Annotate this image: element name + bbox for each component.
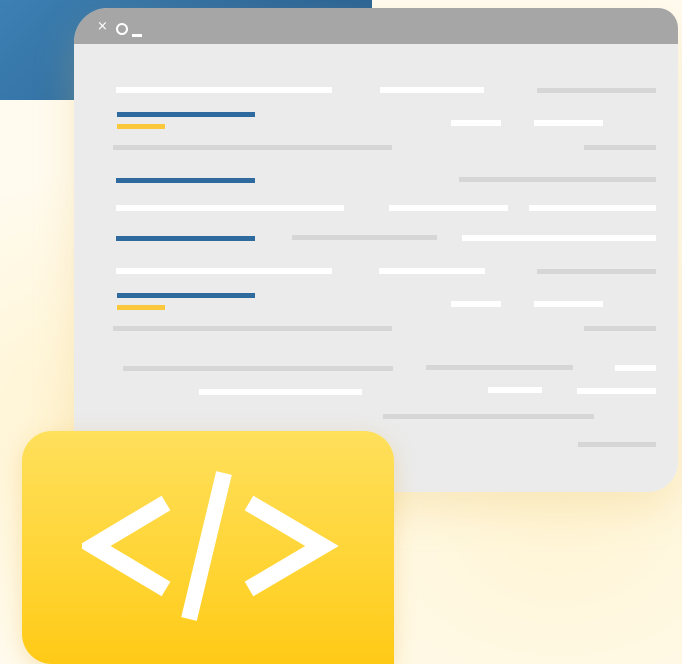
code-line [113, 326, 392, 331]
close-icon[interactable]: × [97, 19, 108, 35]
code-editor-window: × [74, 8, 678, 492]
code-line-marker [117, 305, 165, 310]
code-line [584, 326, 656, 331]
code-line-marker [117, 124, 165, 129]
code-line [584, 145, 656, 150]
code-line-highlight [117, 293, 255, 298]
code-line [292, 235, 437, 240]
code-line [113, 145, 392, 150]
code-line [462, 235, 656, 241]
code-line [529, 205, 656, 211]
code-badge [22, 431, 394, 664]
code-line [199, 389, 362, 395]
code-line [578, 442, 656, 447]
code-line [459, 177, 656, 182]
code-line [537, 269, 656, 274]
code-line [615, 365, 656, 371]
code-line [426, 365, 573, 370]
code-line [451, 301, 501, 307]
code-line [116, 268, 332, 274]
code-line [577, 388, 656, 394]
code-line-highlight [116, 236, 255, 241]
code-line [534, 301, 603, 307]
code-brackets-icon [82, 471, 339, 621]
minimize-icon[interactable] [132, 34, 142, 37]
code-line-highlight [116, 178, 255, 183]
code-line [488, 387, 542, 393]
slash [181, 471, 232, 621]
code-line [379, 268, 485, 274]
code-line [123, 366, 393, 371]
code-line [534, 120, 603, 126]
code-line-highlight [117, 112, 255, 117]
code-line [537, 88, 656, 93]
left-angle-bracket [82, 495, 171, 597]
right-angle-bracket [244, 495, 339, 597]
code-lines-area [74, 44, 678, 492]
code-line [383, 414, 594, 419]
code-line [380, 87, 484, 93]
code-line [451, 120, 501, 126]
code-line [116, 87, 332, 93]
window-titlebar: × [74, 8, 678, 44]
code-line [389, 205, 508, 211]
code-line [116, 205, 344, 211]
maximize-icon[interactable] [116, 23, 128, 35]
